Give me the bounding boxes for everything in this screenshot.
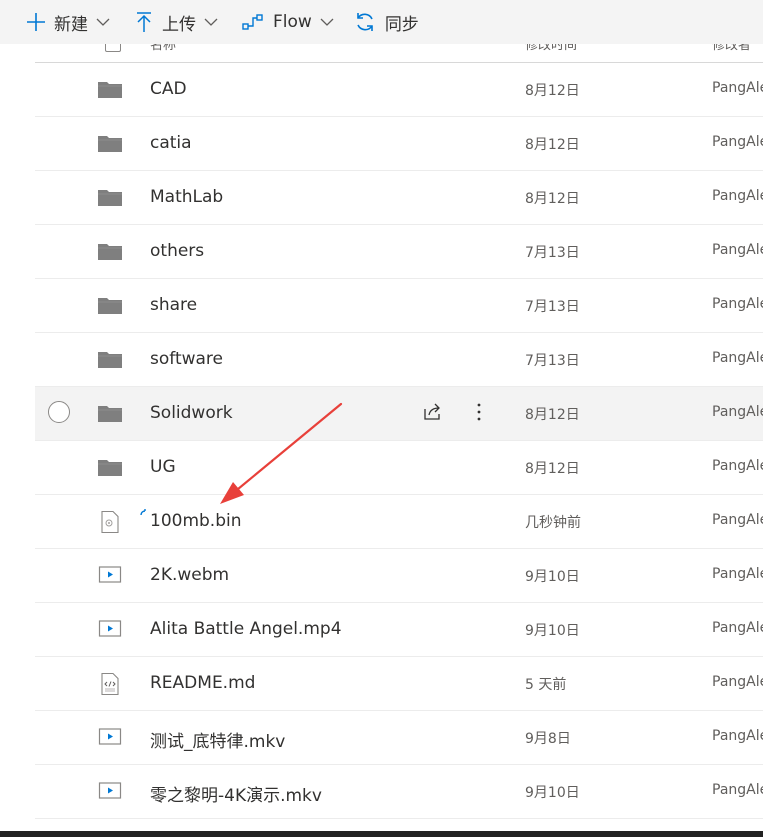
file-name[interactable]: README.md (150, 673, 255, 693)
chevron-down-icon (204, 17, 218, 27)
file-row[interactable]: 零之黎明-4K演示.mkv 9月10日 PangAle (35, 765, 763, 819)
plus-icon (26, 12, 46, 32)
file-name[interactable]: share (150, 295, 197, 315)
file-modified: 8月12日 (525, 137, 580, 153)
file-name[interactable]: 2K.webm (150, 565, 229, 585)
file-row[interactable]: Solidwork 8月12日 PangAle (35, 387, 763, 441)
file-name[interactable]: Solidwork (150, 403, 233, 423)
file-row[interactable]: catia 8月12日 PangAle (35, 117, 763, 171)
select-all-checkbox[interactable] (105, 44, 121, 52)
file-name[interactable]: UG (150, 457, 176, 477)
file-row[interactable]: 100mb.bin 几秒钟前 PangAle (35, 495, 763, 549)
file-name[interactable]: 测试_底特律.mkv (150, 727, 285, 752)
file-modified-by: PangAle (712, 620, 763, 636)
file-modified-by: PangAle (712, 782, 763, 798)
code-file-icon (98, 672, 122, 696)
column-header-modified[interactable]: 修改时间 (525, 44, 577, 53)
flow-button[interactable]: Flow (242, 0, 334, 44)
file-name[interactable]: others (150, 241, 204, 261)
file-name[interactable]: catia (150, 133, 192, 153)
file-modified: 几秒钟前 (525, 515, 581, 531)
file-modified-by: PangAle (712, 134, 763, 150)
file-row[interactable]: MathLab 8月12日 PangAle (35, 171, 763, 225)
upload-button[interactable]: 上传 (136, 0, 218, 44)
file-modified-by: PangAle (712, 404, 763, 420)
file-modified-by: PangAle (712, 458, 763, 474)
file-modified: 8月12日 (525, 191, 580, 207)
file-modified-by: PangAle (712, 512, 763, 528)
file-modified-by: PangAle (712, 566, 763, 582)
video-file-icon (98, 618, 122, 640)
file-row[interactable]: CAD 8月12日 PangAle (35, 63, 763, 117)
file-row[interactable]: README.md 5 天前 PangAle (35, 657, 763, 711)
sync-icon (354, 11, 376, 33)
new-label: 新建 (54, 14, 88, 35)
upload-arrow-icon (136, 11, 152, 33)
folder-icon (98, 240, 122, 262)
upload-label: 上传 (162, 14, 196, 35)
chevron-down-icon (96, 17, 110, 27)
folder-icon (98, 348, 122, 370)
folder-icon (98, 186, 122, 208)
flow-label: Flow (273, 12, 312, 32)
command-bar: 新建 上传 Flow 同步 (0, 0, 763, 44)
file-row[interactable]: software 7月13日 PangAle (35, 333, 763, 387)
video-file-icon (98, 726, 122, 748)
flow-icon (242, 13, 264, 31)
file-modified-by: PangAle (712, 350, 763, 366)
binary-file-icon (98, 510, 122, 534)
file-modified: 9月10日 (525, 569, 580, 585)
sync-label: 同步 (384, 14, 419, 35)
video-file-icon (98, 564, 122, 586)
file-list: CAD 8月12日 PangAle catia 8月12日 PangAle MathLab 8… (35, 63, 763, 819)
file-modified-by: PangAle (712, 80, 763, 96)
file-modified: 9月8日 (525, 731, 571, 747)
file-row[interactable]: share 7月13日 PangAle (35, 279, 763, 333)
file-row[interactable]: others 7月13日 PangAle (35, 225, 763, 279)
file-modified-by: PangAle (712, 188, 763, 204)
file-modified: 7月13日 (525, 245, 580, 261)
folder-icon (98, 78, 122, 100)
taskbar-edge (0, 831, 763, 837)
file-name[interactable]: Alita Battle Angel.mp4 (150, 619, 342, 639)
column-header: 名称 修改时间 修改者 (35, 44, 763, 63)
file-name[interactable]: software (150, 349, 223, 369)
file-modified-by: PangAle (712, 242, 763, 258)
video-file-icon (98, 780, 122, 802)
file-name[interactable]: 100mb.bin (150, 511, 242, 531)
file-modified-by: PangAle (712, 674, 763, 690)
file-name[interactable]: 零之黎明-4K演示.mkv (150, 781, 322, 806)
folder-icon (98, 402, 122, 424)
file-modified: 5 天前 (525, 677, 567, 693)
sync-button[interactable]: 同步 (354, 0, 419, 44)
column-header-name[interactable]: 名称 (150, 44, 176, 53)
file-modified: 8月12日 (525, 407, 580, 423)
file-modified: 9月10日 (525, 785, 580, 801)
file-name[interactable]: MathLab (150, 187, 223, 207)
file-modified: 9月10日 (525, 623, 580, 639)
more-options-icon[interactable] (475, 402, 483, 426)
file-modified: 8月12日 (525, 461, 580, 477)
file-name[interactable]: CAD (150, 79, 187, 99)
file-modified: 7月13日 (525, 353, 580, 369)
file-modified-by: PangAle (712, 296, 763, 312)
file-row[interactable]: 测试_底特律.mkv 9月8日 PangAle (35, 711, 763, 765)
share-icon[interactable] (423, 403, 443, 425)
file-row[interactable]: UG 8月12日 PangAle (35, 441, 763, 495)
file-modified: 8月12日 (525, 83, 580, 99)
file-modified: 7月13日 (525, 299, 580, 315)
file-row[interactable]: 2K.webm 9月10日 PangAle (35, 549, 763, 603)
file-row[interactable]: Alita Battle Angel.mp4 9月10日 PangAle (35, 603, 763, 657)
file-modified-by: PangAle (712, 728, 763, 744)
folder-icon (98, 294, 122, 316)
folder-icon (98, 456, 122, 478)
new-button[interactable]: 新建 (26, 0, 110, 44)
column-header-modified-by[interactable]: 修改者 (712, 44, 751, 53)
folder-icon (98, 132, 122, 154)
row-select-checkbox[interactable] (48, 401, 70, 423)
chevron-down-icon (320, 17, 334, 27)
